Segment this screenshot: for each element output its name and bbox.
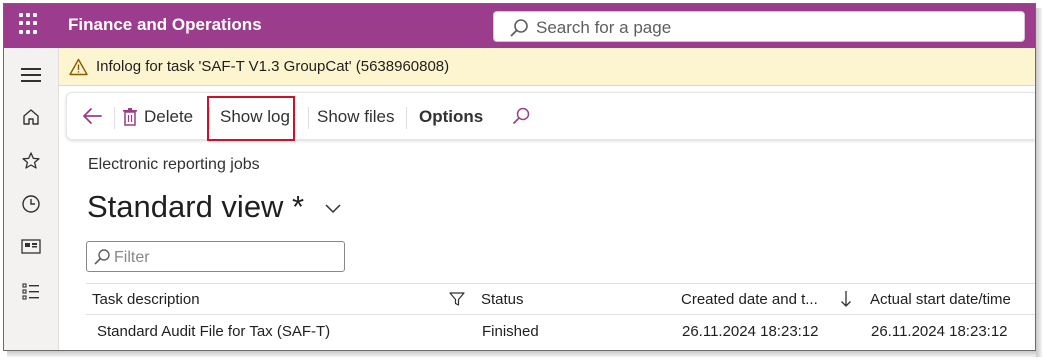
trash-icon <box>123 108 137 126</box>
search-icon <box>94 249 110 265</box>
column-header-task-description[interactable]: Task description <box>92 291 200 308</box>
separator <box>406 107 407 129</box>
search-placeholder: Search for a page <box>536 18 672 37</box>
app-title[interactable]: Finance and Operations <box>68 15 262 35</box>
warning-icon <box>69 58 88 76</box>
page-search-box[interactable]: Search for a page <box>493 11 1025 42</box>
app-launcher-icon[interactable] <box>19 13 41 35</box>
top-bar: Finance and Operations Search for a page <box>4 4 1035 48</box>
view-selector[interactable]: Standard view * <box>87 189 304 225</box>
search-icon[interactable] <box>511 106 531 130</box>
window-shadow-bottom <box>7 351 1040 357</box>
hamburger-icon[interactable] <box>18 62 44 88</box>
grid-header: Task description Status Created date and… <box>86 283 1035 315</box>
clock-icon[interactable] <box>18 191 44 217</box>
table-row[interactable]: Standard Audit File for Tax (SAF-T) Fini… <box>86 315 1035 349</box>
cell-actual-start: 26.11.2024 18:23:12 <box>871 323 1008 340</box>
cell-created: 26.11.2024 18:23:12 <box>682 323 819 340</box>
search-icon <box>510 19 528 37</box>
app-window: Finance and Operations Search for a page <box>3 3 1036 351</box>
column-header-status[interactable]: Status <box>481 291 524 308</box>
filter-placeholder: Filter <box>114 249 150 266</box>
cell-task-description: Standard Audit File for Tax (SAF-T) <box>97 323 331 340</box>
star-icon[interactable] <box>18 148 44 174</box>
options-tab[interactable]: Options <box>419 105 483 129</box>
workspace-icon[interactable] <box>18 234 44 260</box>
left-navigation <box>4 48 59 350</box>
back-arrow-icon[interactable] <box>81 105 103 129</box>
filter-funnel-icon[interactable] <box>449 291 465 307</box>
chevron-down-icon[interactable] <box>324 202 342 214</box>
column-header-created[interactable]: Created date and t... <box>681 291 818 308</box>
infolog-bar[interactable]: Infolog for task 'SAF-T V1.3 GroupCat' (… <box>59 48 1035 86</box>
cell-status: Finished <box>482 323 539 340</box>
separator <box>114 107 115 129</box>
separator <box>308 107 309 129</box>
window-shadow-right <box>1036 8 1042 357</box>
home-icon[interactable] <box>18 104 44 130</box>
list-icon[interactable] <box>18 278 44 304</box>
show-files-button[interactable]: Show files <box>317 105 394 129</box>
sort-descending-icon[interactable] <box>840 290 852 308</box>
filter-input[interactable]: Filter <box>86 241 345 272</box>
column-header-actual-start[interactable]: Actual start date/time <box>870 291 1011 308</box>
delete-label: Delete <box>144 107 194 126</box>
page-caption: Electronic reporting jobs <box>88 156 260 173</box>
show-log-highlight-box <box>207 96 295 141</box>
infolog-message: Infolog for task 'SAF-T V1.3 GroupCat' (… <box>96 58 450 75</box>
